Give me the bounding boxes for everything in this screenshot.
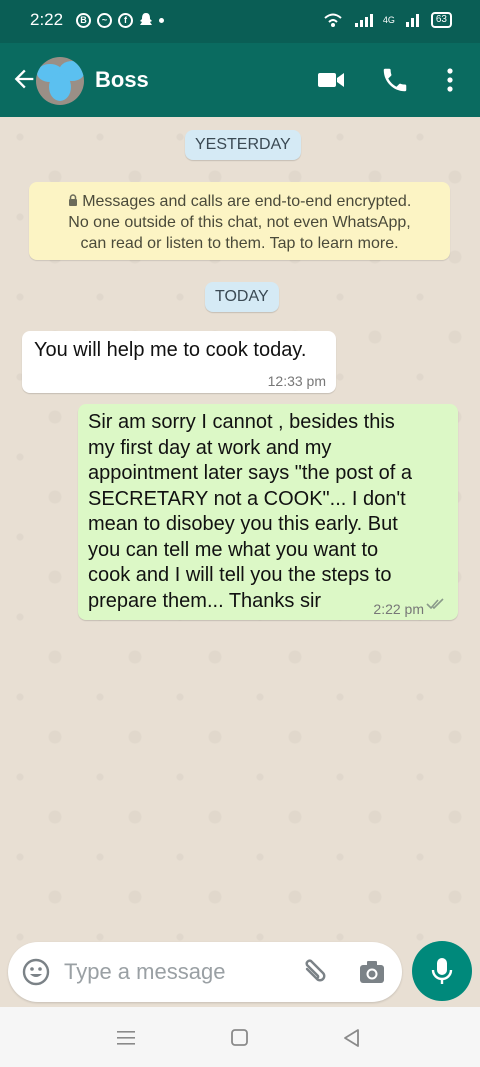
- encryption-line-2: No one outside of this chat, not even Wh…: [68, 214, 411, 231]
- signal-icon-2: [405, 14, 419, 27]
- network-type: 4G: [382, 15, 395, 25]
- more-vert-icon[interactable]: [440, 65, 460, 95]
- message-time: 12:33 pm: [267, 373, 326, 389]
- snapchat-icon: [140, 13, 152, 25]
- message-line: cook and I will tell you the steps to: [88, 564, 392, 586]
- lock-icon: [68, 194, 77, 206]
- home-icon[interactable]: [230, 1028, 250, 1048]
- phone-icon[interactable]: [380, 65, 410, 95]
- avatar-sticker: [37, 61, 84, 101]
- message-line: SECRETARY not a COOK"... I don't: [88, 487, 406, 510]
- message-line: you can tell me what you want to: [88, 538, 379, 561]
- b-notification-icon: B: [76, 12, 91, 28]
- avatar[interactable]: [36, 57, 84, 105]
- battery-icon: 63: [430, 12, 452, 28]
- message-line: Sir am sorry I cannot , besides this: [88, 411, 395, 433]
- message-time: 2:22 pm: [373, 601, 424, 617]
- message-input[interactable]: Type a message: [64, 959, 225, 985]
- mic-icon: [431, 958, 453, 984]
- encryption-text-1: Messages and calls are end-to-end encryp…: [82, 193, 412, 210]
- camera-icon[interactable]: [358, 958, 386, 986]
- video-call-icon[interactable]: [316, 65, 346, 95]
- system-nav-bar: [0, 1007, 480, 1067]
- encryption-line-3: can read or listen to them. Tap to learn…: [80, 235, 399, 252]
- mic-button[interactable]: [412, 941, 472, 1001]
- message-text: Sir am sorry I cannot , besides this my …: [88, 410, 448, 614]
- outgoing-message[interactable]: Sir am sorry I cannot , besides this my …: [78, 404, 458, 620]
- back-nav-icon[interactable]: [342, 1028, 362, 1048]
- status-bar: 2:22 B ~ f 4G 63: [0, 0, 480, 43]
- encryption-line-1: Messages and calls are end-to-end encryp…: [29, 191, 450, 212]
- encryption-notice[interactable]: Messages and calls are end-to-end encryp…: [29, 182, 450, 260]
- wifi-calling-icon: [324, 13, 342, 27]
- attach-icon[interactable]: [298, 957, 328, 987]
- message-composer[interactable]: Type a message: [8, 942, 402, 1002]
- facebook-icon: f: [118, 12, 133, 28]
- message-line: my first day at work and my: [88, 436, 332, 459]
- messenger-icon: ~: [97, 12, 112, 28]
- chat-header: Boss: [0, 43, 480, 117]
- contact-name[interactable]: Boss: [95, 67, 149, 93]
- double-check-icon: [426, 598, 444, 610]
- emoji-icon[interactable]: [22, 958, 50, 986]
- notification-icons: B ~ f: [76, 12, 164, 28]
- more-notifications-icon: [159, 17, 164, 23]
- status-time: 2:22: [30, 10, 64, 29]
- message-text: You will help me to cook today.: [34, 339, 307, 361]
- message-line: appointment later says "the post of a: [88, 462, 412, 484]
- recents-menu-icon[interactable]: [116, 1029, 136, 1047]
- status-right: 4G 63: [323, 12, 452, 28]
- incoming-message[interactable]: You will help me to cook today. 12:33 pm: [22, 331, 336, 393]
- date-chip-yesterday: YESTERDAY: [185, 130, 301, 160]
- signal-icon: [354, 14, 373, 27]
- message-line: mean to disobey you this early. But: [88, 513, 398, 535]
- back-arrow-icon[interactable]: [10, 65, 38, 93]
- date-chip-today: TODAY: [205, 282, 279, 312]
